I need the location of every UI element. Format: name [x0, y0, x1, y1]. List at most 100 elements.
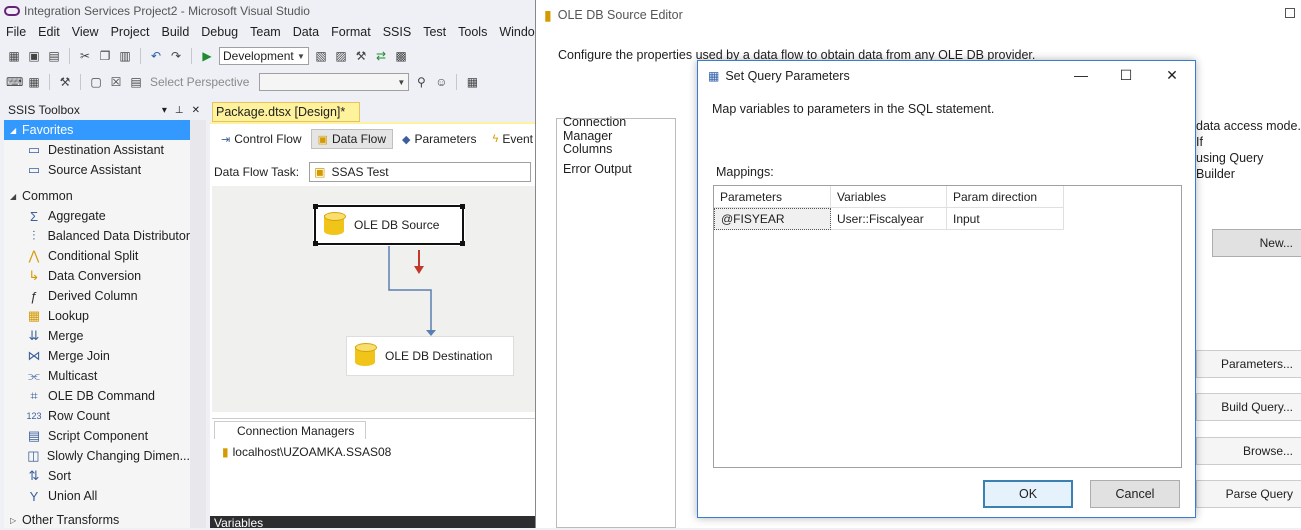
copy-icon[interactable]: ❐: [97, 48, 113, 64]
menu-file[interactable]: File: [0, 25, 32, 39]
toolbox-item-source-assistant[interactable]: ▭ Source Assistant: [4, 160, 190, 180]
build-query-button[interactable]: Build Query...: [1196, 393, 1301, 421]
toolbox-item-script-component[interactable]: ▤ Script Component: [4, 426, 190, 446]
menu-format[interactable]: Format: [325, 25, 377, 39]
tab-connection-managers[interactable]: Connection Managers: [214, 421, 366, 439]
row-count-icon: 123: [26, 411, 42, 421]
database-icon: [324, 212, 346, 238]
menu-test[interactable]: Test: [417, 25, 452, 39]
data-flow-canvas[interactable]: OLE DB Source OLE DB Destination: [212, 186, 538, 412]
data-path-connector[interactable]: [388, 246, 432, 331]
section-favorites[interactable]: ◢ Favorites: [4, 120, 190, 140]
close-icon[interactable]: ✕: [192, 105, 200, 116]
variables-panel-header[interactable]: Variables: [210, 516, 538, 530]
ssis-toolbox: SSIS Toolbox ▾ ⊥ ✕ ◢ Favorites ▭ Destinat…: [4, 100, 206, 528]
parameters-button[interactable]: Parameters...: [1196, 350, 1301, 378]
layout-icon[interactable]: ▦: [464, 74, 480, 90]
paste-icon[interactable]: ▥: [117, 48, 133, 64]
user-icon[interactable]: ☺: [433, 74, 449, 90]
toolbox-item-aggregate[interactable]: Σ Aggregate: [4, 206, 190, 226]
section-common[interactable]: ◢ Common: [4, 186, 190, 206]
parse-query-button[interactable]: Parse Query: [1196, 480, 1301, 508]
menu-project[interactable]: Project: [105, 25, 156, 39]
toolbox-item-derived-column[interactable]: ƒ Derived Column: [4, 286, 190, 306]
toolbox-item-union-all[interactable]: Y Union All: [4, 486, 190, 506]
new-button[interactable]: New...: [1212, 229, 1301, 257]
column-header-variables[interactable]: Variables: [831, 186, 947, 208]
new-project-icon[interactable]: ▦: [6, 48, 22, 64]
redo-icon[interactable]: ↷: [168, 48, 184, 64]
parameter-cell[interactable]: @FISYEAR: [714, 208, 831, 230]
tab-data-flow[interactable]: ▣ Data Flow: [310, 129, 393, 149]
menu-window[interactable]: Windo: [493, 25, 540, 39]
keyboard-icon[interactable]: ⌨: [6, 74, 23, 90]
maximize-icon[interactable]: ☐: [1117, 67, 1135, 83]
solution-explorer-icon[interactable]: ▧: [313, 48, 329, 64]
minimize-icon[interactable]: —: [1072, 67, 1090, 83]
tab-control-flow[interactable]: ⇥ Control Flow: [214, 129, 309, 149]
designer-tabs: ⇥ Control Flow ▣ Data Flow ◆ Parameters ϟ Ev…: [214, 128, 540, 150]
grid-icon[interactable]: ▦: [26, 74, 42, 90]
binoculars-icon[interactable]: ⚲: [413, 74, 429, 90]
ole-db-source-node[interactable]: OLE DB Source: [313, 204, 465, 246]
ole-db-destination-node[interactable]: OLE DB Destination: [346, 336, 514, 376]
data-flow-task-dropdown[interactable]: ▣ SSAS Test: [309, 162, 532, 182]
save-icon[interactable]: ▣: [26, 48, 42, 64]
toolbox-item-ole-db-command[interactable]: ⌗ OLE DB Command: [4, 386, 190, 406]
undo-icon[interactable]: ↶: [148, 48, 164, 64]
start-debug-icon[interactable]: ▶: [199, 48, 215, 64]
toolbox-item-merge-join[interactable]: ⋈ Merge Join: [4, 346, 190, 366]
cube-icon[interactable]: ▢: [88, 74, 104, 90]
save-all-icon[interactable]: ▤: [46, 48, 62, 64]
document-tab-package[interactable]: Package.dtsx [Design]*: [212, 102, 360, 122]
connection-manager-item[interactable]: ▮ localhost\UZOAMKA.SSAS08: [222, 445, 391, 459]
configuration-dropdown[interactable]: Development ▼: [219, 47, 309, 65]
properties-icon[interactable]: ▨: [333, 48, 349, 64]
table-icon[interactable]: ▤: [128, 74, 144, 90]
toolbox-item-multicast[interactable]: ⫘ Multicast: [4, 366, 190, 386]
menu-view[interactable]: View: [66, 25, 105, 39]
browse-button[interactable]: Browse...: [1196, 437, 1301, 465]
menu-data[interactable]: Data: [287, 25, 325, 39]
menu-team[interactable]: Team: [244, 25, 287, 39]
variables-icon[interactable]: ⇄: [373, 48, 389, 64]
toolbox-item-destination-assistant[interactable]: ▭ Destination Assistant: [4, 140, 190, 160]
connection-manager-name: localhost\UZOAMKA.SSAS08: [232, 445, 392, 459]
nav-error-output[interactable]: Error Output: [557, 159, 675, 179]
nav-connection-manager[interactable]: Connection Manager: [557, 115, 675, 143]
menu-debug[interactable]: Debug: [195, 25, 244, 39]
maximize-icon[interactable]: [1285, 8, 1295, 18]
menu-build[interactable]: Build: [155, 25, 195, 39]
column-header-param-direction[interactable]: Param direction: [947, 186, 1064, 208]
cut-icon[interactable]: ✂: [77, 48, 93, 64]
ok-button[interactable]: OK: [983, 480, 1073, 508]
section-other-transforms[interactable]: ▷ Other Transforms: [4, 510, 190, 530]
toolbox-item-balanced-data-distributor[interactable]: ⫶ Balanced Data Distributor: [4, 226, 190, 246]
toolbox-scrollbar[interactable]: [190, 120, 206, 528]
toolbox-item-merge[interactable]: ⇊ Merge: [4, 326, 190, 346]
delete-icon[interactable]: ☒: [108, 74, 124, 90]
pin-icon[interactable]: ⊥: [175, 105, 184, 116]
toolbox-item-sort[interactable]: ⇅ Sort: [4, 466, 190, 486]
close-icon[interactable]: ✕: [1163, 67, 1181, 83]
menu-tools[interactable]: Tools: [452, 25, 493, 39]
cancel-button[interactable]: Cancel: [1090, 480, 1180, 508]
tab-event-handlers[interactable]: ϟ Event: [485, 129, 540, 149]
toolbox-icon[interactable]: ⚒: [353, 48, 369, 64]
toolbox-header: SSIS Toolbox ▾ ⊥ ✕: [4, 100, 206, 120]
perspective-dropdown[interactable]: ▼: [259, 73, 410, 91]
toolbox-item-row-count[interactable]: 123 Row Count: [4, 406, 190, 426]
direction-cell[interactable]: Input: [947, 208, 1064, 230]
toolbox-item-lookup[interactable]: ▦ Lookup: [4, 306, 190, 326]
dropdown-arrow-icon[interactable]: ▾: [162, 105, 167, 116]
tab-parameters[interactable]: ◆ Parameters: [395, 129, 484, 149]
log-events-icon[interactable]: ▩: [393, 48, 409, 64]
variable-cell[interactable]: User::Fiscalyear: [831, 208, 947, 230]
toolbox-item-slowly-changing-dimension[interactable]: ◫ Slowly Changing Dimen...: [4, 446, 190, 466]
menu-edit[interactable]: Edit: [32, 25, 66, 39]
column-header-parameters[interactable]: Parameters: [714, 186, 831, 208]
toolbox-item-data-conversion[interactable]: ↳ Data Conversion: [4, 266, 190, 286]
toolbox-item-conditional-split[interactable]: ⋀ Conditional Split: [4, 246, 190, 266]
tools-icon[interactable]: ⚒: [57, 74, 73, 90]
menu-ssis[interactable]: SSIS: [377, 25, 418, 39]
